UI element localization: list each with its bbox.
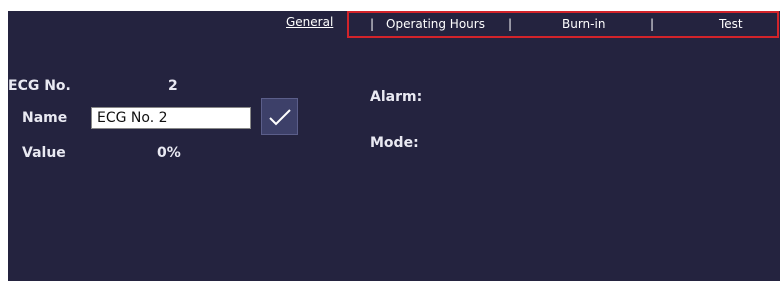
name-input[interactable]: ECG No. 2	[91, 107, 251, 129]
alarm-label: Alarm:	[370, 89, 423, 105]
confirm-button[interactable]	[261, 98, 298, 135]
check-icon	[268, 108, 291, 125]
tab-test[interactable]: Test	[719, 17, 743, 31]
value-value: 0%	[157, 145, 181, 161]
name-label: Name	[22, 110, 68, 126]
tab-general[interactable]: General	[286, 15, 333, 29]
mode-label: Mode:	[370, 135, 419, 151]
tab-bar: | Operating Hours | Burn-in | Test	[347, 11, 779, 38]
tab-burn-in[interactable]: Burn-in	[562, 17, 605, 31]
settings-panel: General | Operating Hours | Burn-in | Te…	[8, 11, 780, 281]
tab-separator: |	[508, 17, 513, 31]
tab-separator: |	[370, 17, 375, 31]
value-label: Value	[22, 145, 66, 161]
ecg-no-value: 2	[168, 78, 178, 94]
ecg-no-label: ECG No.	[8, 78, 71, 94]
tab-operating-hours[interactable]: Operating Hours	[386, 17, 485, 31]
tab-separator: |	[650, 17, 655, 31]
